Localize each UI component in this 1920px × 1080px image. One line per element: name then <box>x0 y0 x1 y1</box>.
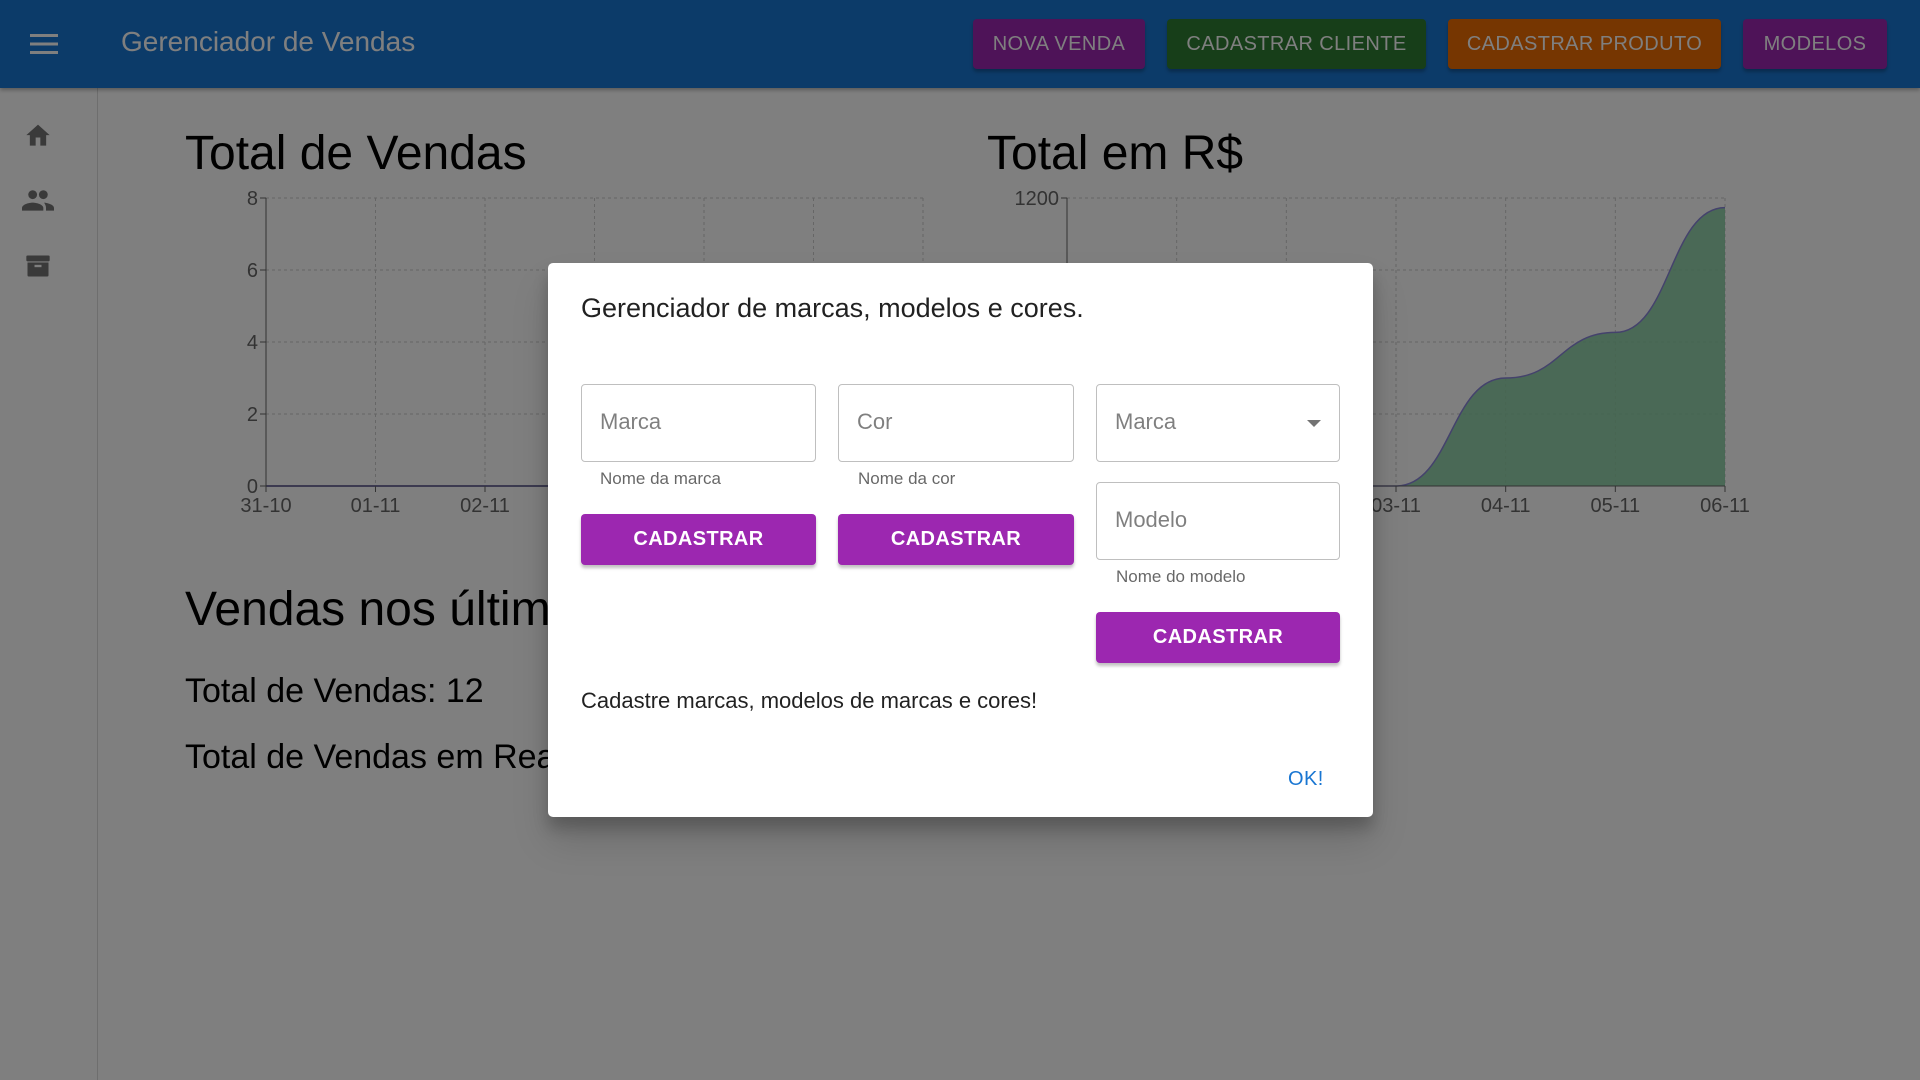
chevron-down-icon <box>1307 420 1321 427</box>
cadastrar-marca-button[interactable]: CADASTRAR <box>581 514 816 565</box>
modelo-input-placeholder: Modelo <box>1115 507 1188 532</box>
ok-button[interactable]: OK! <box>1288 768 1324 791</box>
cadastrar-cor-button[interactable]: CADASTRAR <box>838 514 1074 565</box>
marca-helper: Nome da marca <box>600 469 721 488</box>
cadastrar-modelo-button[interactable]: CADASTRAR <box>1096 612 1340 663</box>
marca-input[interactable]: Marca <box>581 384 816 462</box>
modelo-input[interactable]: Modelo <box>1096 482 1340 560</box>
cor-helper: Nome da cor <box>858 469 956 488</box>
cor-input[interactable]: Cor <box>838 384 1074 462</box>
marca-select[interactable]: Marca <box>1096 384 1340 462</box>
marca-select-value: Marca <box>1115 409 1177 434</box>
dialog-description: Cadastre marcas, modelos de marcas e cor… <box>581 688 1038 713</box>
modelo-helper: Nome do modelo <box>1116 567 1246 586</box>
marca-input-placeholder: Marca <box>600 409 662 434</box>
dialog-title: Gerenciador de marcas, modelos e cores. <box>581 293 1084 323</box>
brands-models-dialog: Gerenciador de marcas, modelos e cores. … <box>548 263 1373 817</box>
cor-input-placeholder: Cor <box>857 409 893 434</box>
